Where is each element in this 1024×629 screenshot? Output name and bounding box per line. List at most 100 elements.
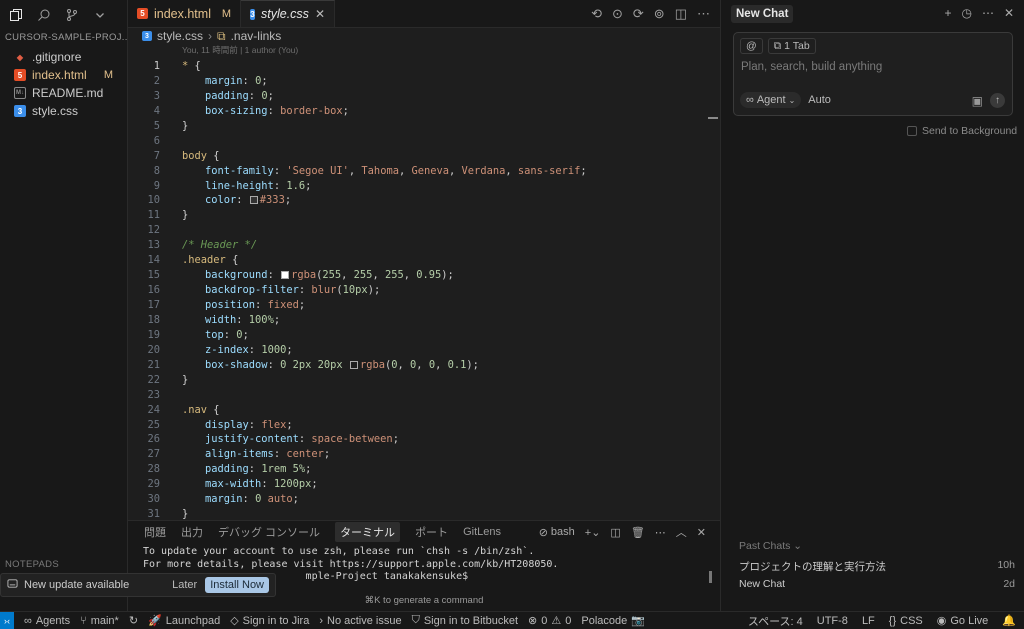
modified-badge: M [103,69,113,81]
tab-terminal[interactable]: ターミナル [335,522,401,542]
problems-item[interactable]: ⊗ 0 ⚠ 0 [528,614,571,628]
add-context-button[interactable]: @ [740,38,763,54]
split-editor-icon[interactable]: ◫ [675,6,687,22]
chat-tab-new-chat[interactable]: New Chat [731,5,794,23]
past-chats-label: Past Chats [739,540,791,552]
jira-item[interactable]: ◇ Sign in to Jira [230,614,309,628]
css-icon: 3 [14,105,26,117]
file-item-index-html[interactable]: 5 index.html M [0,66,127,84]
chevron-up-icon[interactable]: ︿ [676,524,687,540]
symbol-icon: ⧉ [217,28,226,43]
git-icon: ◆ [16,52,24,62]
code-line: 10 color: #333; [147,194,292,207]
history-icon[interactable]: ◷ [961,6,971,20]
bitbucket-icon: ⛉ [411,614,420,626]
send-button[interactable]: ↑ [990,93,1005,108]
notepads-section-title[interactable]: NOTEPADS [5,559,59,570]
tab-ports[interactable]: ポート [415,524,448,540]
indentation-item[interactable]: スペース: 4 [748,613,803,629]
tab-gitlens[interactable]: GitLens [463,526,501,538]
close-icon[interactable]: ✕ [1004,6,1014,20]
terminal-line: To update your account to use zsh, pleas… [143,546,535,557]
code-editor[interactable]: 1 * { 2 margin: 0; 3 padding: 0; 4 box-sizin… [128,59,720,522]
chat-header-actions: + ◷ ⋯ ✕ [944,6,1014,20]
encoding-item[interactable]: UTF-8 [817,615,848,627]
trash-icon[interactable]: 🗑 [631,526,645,539]
agent-mode-selector[interactable]: ∞ Agent ⌄ [740,92,802,108]
update-notification: New update available Later Install Now [0,573,276,597]
more-icon[interactable]: ⋯ [697,6,710,22]
code-line: 30 margin: 0 auto; [147,493,299,506]
breadcrumb-symbol[interactable]: .nav-links [231,29,282,43]
more-icon[interactable]: ⋯ [655,526,666,539]
close-icon[interactable]: ✕ [697,526,706,539]
go-live-item[interactable]: ◉ Go Live [936,614,989,628]
send-to-background-option[interactable]: Send to Background [907,125,1017,137]
eol-item[interactable]: LF [862,615,875,627]
branch-item[interactable]: ⑂ main* [80,615,119,627]
more-icon[interactable]: ⋯ [982,6,994,20]
agents-item[interactable]: ∞ Agents [24,615,70,627]
polacode-item[interactable]: Polacode 📷 [581,614,645,628]
tab-problems[interactable]: 問題 [144,524,166,540]
code-line: 11} [147,209,189,222]
terminal-shell-selector[interactable]: ⊘ bash [539,526,575,539]
go-live-label: Go Live [950,614,989,627]
chat-input-box[interactable]: @ ⧉ 1 Tab Plan, search, build anything ∞… [733,32,1013,116]
past-chat-item[interactable]: New Chat 2d [739,578,1015,590]
breadcrumb-file[interactable]: style.css [157,29,203,43]
sync-icon[interactable]: ↻ [129,614,138,627]
remote-indicator-icon[interactable]: ›‹ [0,611,14,629]
file-item-style-css[interactable]: 3 style.css [0,102,127,120]
shell-label: bash [550,526,575,538]
broadcast-icon: ◉ [936,615,947,627]
terminal-scrollbar[interactable] [709,571,712,583]
past-chat-item[interactable]: プロジェクトの理解と実行方法 10h [739,559,1015,574]
chevron-down-icon[interactable] [92,7,108,23]
chevron-down-icon: ⌄ [788,95,796,105]
explorer-icon[interactable] [8,7,24,23]
add-terminal-icon[interactable]: +⌄ [585,526,601,539]
tab-index-html[interactable]: 5 index.html M [128,0,241,27]
search-icon[interactable] [36,7,52,23]
code-line: 9 line-height: 1.6; [153,179,312,192]
install-now-button[interactable]: Install Now [205,577,269,593]
notifications-icon[interactable]: 🔔 [1002,614,1016,627]
file-item-gitignore[interactable]: ◆ .gitignore [0,48,127,66]
panel-tabs: 問題 出力 デバッグ コンソール ターミナル ポート GitLens ⊘ bas… [128,521,720,543]
code-line: 14 .header { [147,254,239,267]
split-terminal-icon[interactable]: ◫ [610,526,620,539]
chat-input-placeholder[interactable]: Plan, search, build anything [741,61,882,73]
bitbucket-item[interactable]: ⛉ Sign in to Bitbucket [412,614,518,627]
language-item[interactable]: {} CSS [889,615,923,627]
git-compare-icon[interactable]: ⊚ [654,6,665,22]
status-right: スペース: 4 UTF-8 LF {} CSS ◉ Go Live 🔔 [734,613,1024,629]
issue-item[interactable]: › No active issue [319,615,401,627]
past-chats-title[interactable]: Past Chats ⌄ [739,540,802,552]
close-icon[interactable]: ✕ [315,7,325,21]
go-back-icon[interactable]: ⟲ [591,6,602,22]
code-line: 23 [147,388,160,401]
later-button[interactable]: Later [172,579,197,591]
explorer-title[interactable]: CURSOR-SAMPLE-PROJ... [0,30,127,48]
tab-output[interactable]: 出力 [181,524,203,540]
code-line: 17 position: fixed; [147,299,306,311]
source-control-icon[interactable] [64,7,80,23]
agent-mode-label: Agent [756,94,786,106]
model-selector[interactable]: Auto [808,94,831,106]
launchpad-item[interactable]: 🚀 Launchpad [148,614,220,628]
tab-label: style.css [261,7,309,21]
file-item-readme[interactable]: M↓ README.md [0,84,127,102]
issue-icon: › [319,614,323,627]
tab-style-css[interactable]: 3 style.css ✕ [241,0,335,27]
go-forward-icon[interactable]: ⟳ [633,6,644,22]
checkbox[interactable] [907,126,917,136]
tab-debug-console[interactable]: デバッグ コンソール [218,524,320,540]
timeline-icon[interactable]: ⊙ [612,6,623,22]
tab-context-chip[interactable]: ⧉ 1 Tab [767,38,816,54]
plus-icon[interactable]: + [944,6,951,20]
image-icon[interactable]: ▣ [972,94,983,108]
sidebar: CURSOR-SAMPLE-PROJ... ◆ .gitignore 5 ind… [0,0,128,611]
git-blame-annotation[interactable]: You, 11 時間前 | 1 author (You) [128,44,720,58]
past-chat-age: 2d [1003,578,1015,590]
